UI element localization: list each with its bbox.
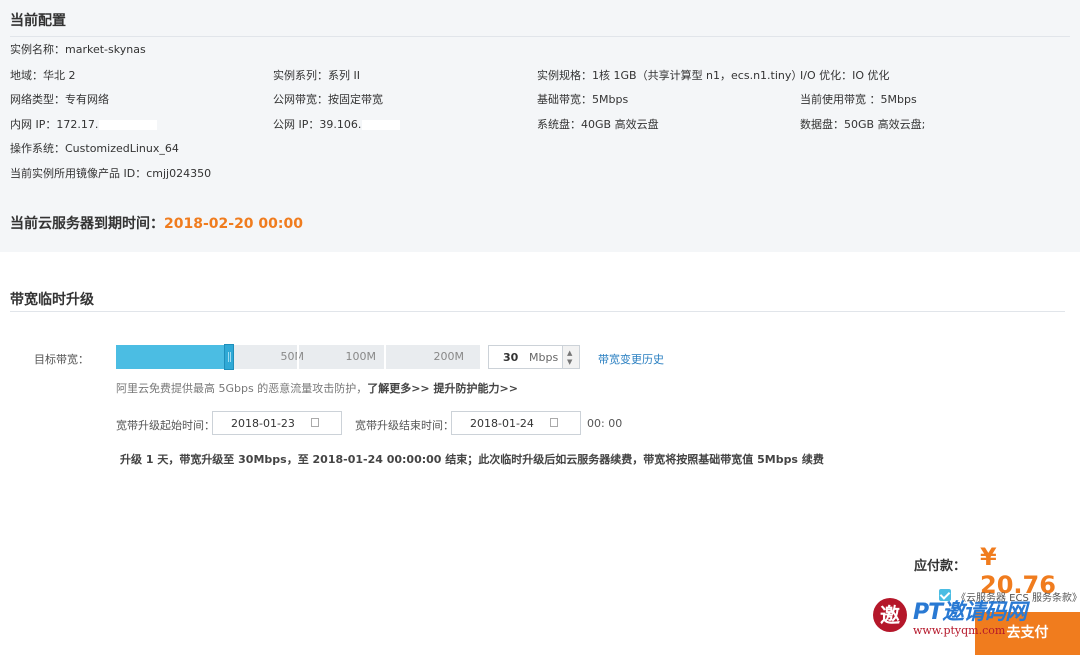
slider-mark: 100M [345,350,377,363]
chevron-up-icon[interactable]: ▲ [567,349,572,357]
learn-more-link[interactable]: 了解更多>> 提升防护能力>> [367,382,518,395]
slider-mark: 200M [433,350,465,363]
divider [10,311,1065,312]
end-time-label: 宽带升级结束时间： [355,419,454,432]
bandwidth-slider[interactable]: 50M 100M 200M [116,344,480,370]
bandwidth-history-link[interactable]: 带宽变更历史 [598,351,664,367]
public-bandwidth: 公网带宽：按固定带宽 [273,93,383,106]
upgrade-title: 带宽临时升级 [10,292,94,308]
end-date-input[interactable]: 2018-01-24 [451,411,581,435]
calendar-icon[interactable] [550,418,558,427]
config-title: 当前配置 [10,13,66,29]
current-bandwidth: 当前使用带宽 ：5Mbps [800,93,917,106]
upgrade-summary: 升级 1 天，带宽升级至 30Mbps，至 2018-01-24 00:00:0… [120,453,824,466]
watermark-url: www.ptyqm.com [913,624,1006,637]
redaction-mask [362,120,401,130]
end-time: 00: 00 [587,417,623,430]
target-bandwidth-label: 目标带宽： [34,353,89,366]
divider [10,36,1070,37]
slider-handle[interactable] [224,344,234,370]
bandwidth-value: 30 [503,351,519,364]
start-date-input[interactable]: 2018-01-23 [212,411,342,435]
region: 地域：华北 2 [10,69,76,82]
io-optimization: I/O 优化：IO 优化 [800,69,890,82]
bandwidth-unit: Mbps [529,351,559,364]
bandwidth-stepper[interactable]: 30 Mbps ▲ ▼ [488,345,580,369]
start-time-label: 宽带升级起始时间： [116,419,215,432]
network-type: 网络类型：专有网络 [10,93,109,106]
watermark: 邀 PT邀请码网 www.ptyqm.com [873,594,1063,642]
private-ip: 内网 IP：172.17. [10,116,158,132]
image-id: 当前实例所用镜像产品 ID：cmjj024350 [10,167,212,180]
instance-series: 实例系列：系列 II [273,69,360,82]
instance-name: 实例名称：market-skynas [10,43,146,56]
payment-label: 应付款： [914,559,967,574]
watermark-logo: 邀 [873,598,907,632]
public-ip: 公网 IP：39.106. [273,116,401,132]
chevron-down-icon[interactable]: ▼ [567,358,572,366]
system-disk: 系统盘：40GB 高效云盘 [537,118,659,131]
slider-fill [116,345,229,369]
instance-spec: 实例规格：1核 1GB（共享计算型 n1，ecs.n1.tiny） [537,69,803,82]
stepper-spin[interactable]: ▲ ▼ [562,346,579,368]
data-disk: 数据盘：50GB 高效云盘; [800,118,926,131]
base-bandwidth: 基础带宽：5Mbps [537,93,629,106]
calendar-icon[interactable] [311,418,319,427]
redaction-mask [99,120,158,130]
ddos-note: 阿里云免费提供最高 5Gbps 的恶意流量攻击防护，了解更多>> 提升防护能力>… [116,382,518,395]
expire-time: 当前云服务器到期时间：2018-02-20 00:00 [10,216,303,232]
watermark-text: PT邀请码网 [913,600,1027,625]
operating-system: 操作系统：CustomizedLinux_64 [10,142,179,155]
current-config-panel: 当前配置 实例名称：market-skynas 地域：华北 2 实例系列：系列 … [0,0,1080,252]
slider-mark: 50M [280,350,305,363]
